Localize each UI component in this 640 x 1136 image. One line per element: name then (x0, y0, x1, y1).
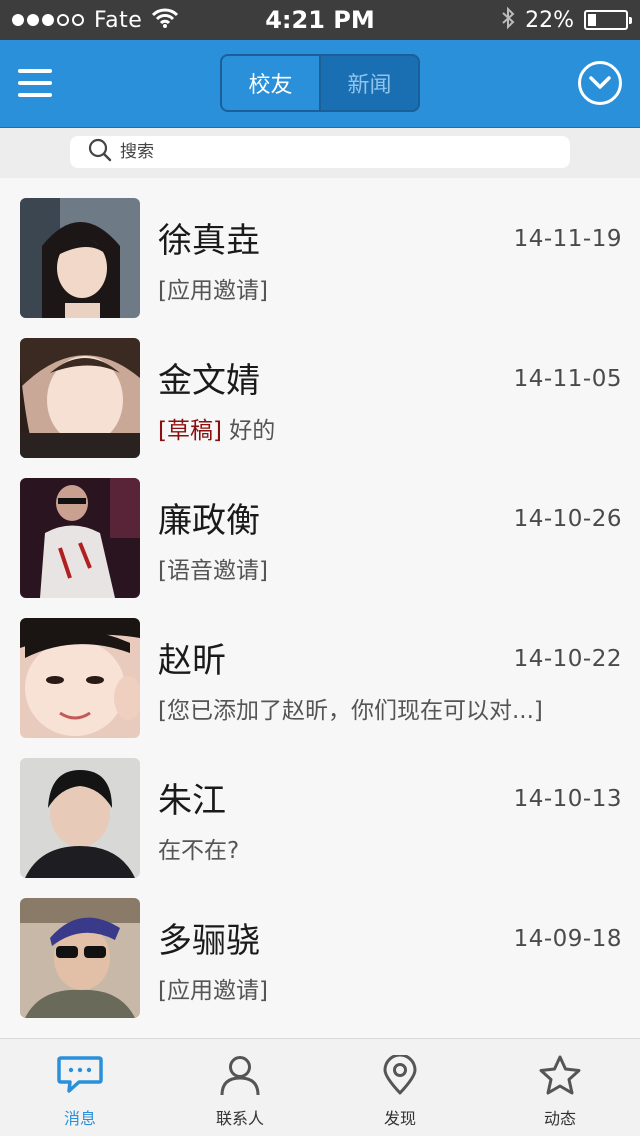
message-date: 14-10-22 (513, 646, 622, 672)
tab-activity[interactable]: 动态 (480, 1039, 640, 1136)
conversation-row[interactable]: 多骊骁 14-09-18 [应用邀请] (0, 878, 640, 1018)
tab-label: 消息 (63, 1109, 96, 1128)
contact-name: 多骊骁 (158, 921, 260, 961)
segmented-control: 校友 新闻 (220, 54, 420, 112)
tab-messages[interactable]: 消息 (0, 1039, 160, 1136)
wifi-icon (152, 8, 179, 32)
status-bar: Fate 4:21 PM 22% (0, 0, 640, 40)
chat-bubble-icon (57, 1055, 103, 1099)
chevron-down-circle-icon[interactable] (578, 61, 622, 105)
message-preview: [您已添加了赵昕，你们现在可以对...] (158, 691, 543, 725)
conversation-row[interactable]: 徐真垚 14-11-19 [应用邀请] (0, 178, 640, 318)
battery-percent: 22% (525, 7, 574, 33)
message-preview: [应用邀请] (158, 271, 268, 305)
contact-name: 徐真垚 (158, 221, 260, 261)
message-preview: [应用邀请] (158, 971, 268, 1005)
signal-strength-icon (12, 14, 84, 26)
message-date: 14-11-05 (513, 366, 622, 392)
battery-icon (584, 10, 632, 30)
avatar[interactable] (20, 898, 140, 1018)
tab-label: 联系人 (215, 1109, 264, 1128)
preview-text: [您已添加了赵昕，你们现在可以对...] (158, 698, 543, 724)
message-preview: [语音邀请] (158, 551, 268, 585)
avatar[interactable] (20, 338, 140, 458)
message-preview: [草稿] 好的 (158, 411, 275, 445)
contact-name: 金文婧 (158, 361, 260, 401)
avatar[interactable] (20, 618, 140, 738)
navigation-bar: 校友 新闻 (0, 40, 640, 128)
preview-text: 好的 (221, 418, 276, 444)
conversation-row[interactable]: 赵昕 14-10-22 [您已添加了赵昕，你们现在可以对...] (0, 598, 640, 738)
preview-text: [应用邀请] (158, 278, 268, 304)
tab-contacts[interactable]: 联系人 (160, 1039, 320, 1136)
bottom-tab-bar: 消息 联系人 发现 动态 (0, 1038, 640, 1136)
tab-alumni[interactable]: 校友 (222, 56, 321, 110)
tab-label: 发现 (383, 1109, 416, 1128)
tab-news[interactable]: 新闻 (321, 56, 418, 110)
conversation-row[interactable]: 朱江 14-10-13 在不在? (0, 738, 640, 878)
message-date: 14-11-19 (513, 226, 622, 252)
avatar[interactable] (20, 758, 140, 878)
conversation-row[interactable]: 金文婧 14-11-05 [草稿] 好的 (0, 318, 640, 458)
search-icon (88, 138, 112, 166)
bluetooth-icon (501, 6, 515, 34)
avatar[interactable] (20, 478, 140, 598)
search-bar (0, 128, 640, 178)
contact-name: 赵昕 (158, 641, 226, 681)
draft-tag: [草稿] (158, 418, 222, 444)
preview-text: [应用邀请] (158, 978, 268, 1004)
status-left: Fate (12, 0, 179, 40)
conversation-row[interactable]: 廉政衡 14-10-26 [语音邀请] (0, 458, 640, 598)
star-icon (538, 1055, 582, 1099)
tab-label: 动态 (543, 1109, 576, 1128)
search-input[interactable] (120, 142, 540, 162)
location-pin-icon (380, 1053, 420, 1099)
preview-text: [语音邀请] (158, 558, 268, 584)
message-preview: 在不在? (158, 831, 239, 865)
hamburger-menu-icon[interactable] (18, 66, 52, 100)
conversation-list: 徐真垚 14-11-19 [应用邀请] 金文婧 14-11-05 [草稿] 好的 (0, 178, 640, 1038)
tab-discover[interactable]: 发现 (320, 1039, 480, 1136)
contact-name: 廉政衡 (158, 501, 260, 541)
message-date: 14-10-26 (513, 506, 622, 532)
contact-name: 朱江 (158, 781, 226, 821)
search-box[interactable] (70, 136, 570, 168)
status-right: 22% (501, 0, 632, 40)
battery-level-fill (588, 14, 596, 26)
carrier-name: Fate (94, 7, 143, 33)
person-icon (219, 1055, 261, 1099)
avatar[interactable] (20, 198, 140, 318)
message-date: 14-10-13 (513, 786, 622, 812)
message-date: 14-09-18 (513, 926, 622, 952)
preview-text: 在不在? (158, 838, 240, 864)
